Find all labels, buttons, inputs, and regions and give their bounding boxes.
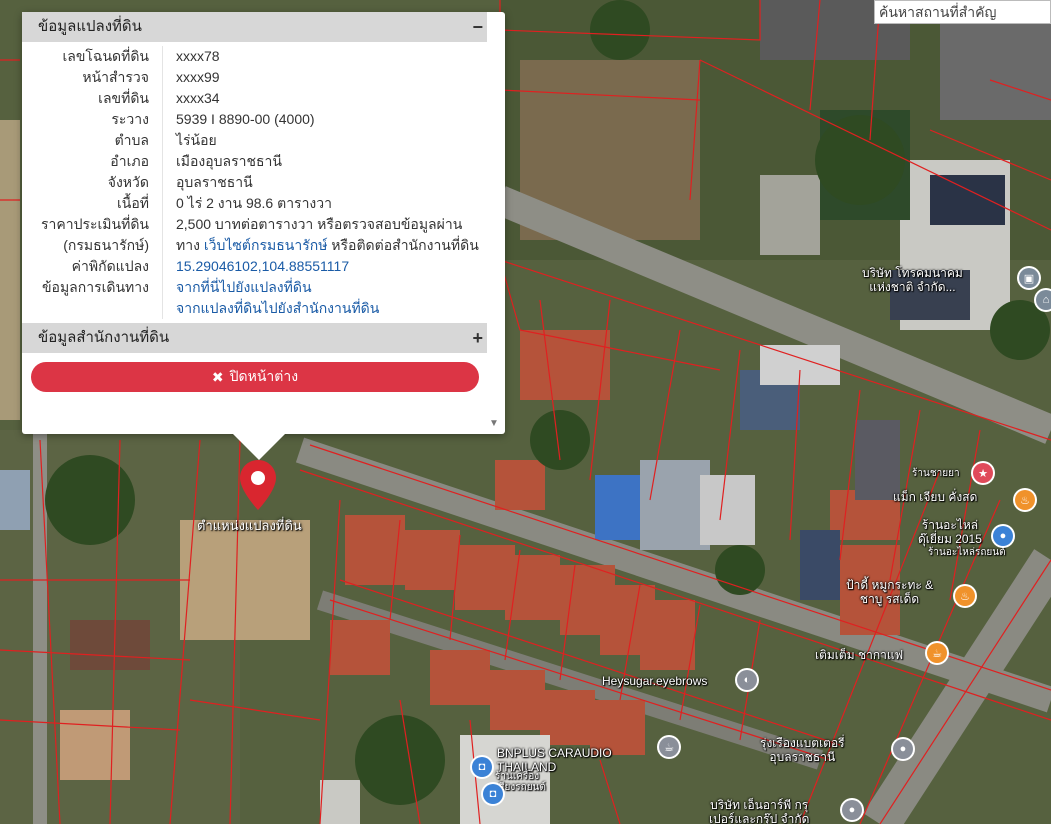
row-key: ตำบล bbox=[114, 132, 149, 148]
lock-shop-icon[interactable]: ◘ bbox=[472, 757, 492, 777]
row-key: หน้าสำรวจ bbox=[82, 69, 149, 85]
travel-row-2: จากแปลงที่ดินไปยังสำนักงานที่ดิน bbox=[22, 298, 487, 319]
price-row: ราคาประเมินที่ดิน 2,500 บาทต่อตารางวา หร… bbox=[22, 214, 487, 235]
price-text-pre: ทาง bbox=[176, 237, 204, 253]
poi-label-pa-mu[interactable]: ป้าดี้ หมูกระทะ & ชาบู รสเด็ด bbox=[846, 578, 933, 606]
row-value: อุบลราชธานี bbox=[162, 172, 487, 193]
collapse-icon[interactable]: − bbox=[472, 12, 483, 42]
price-key-2: (กรมธนารักษ์) bbox=[63, 237, 149, 253]
travel-row: ข้อมูลการเดินทาง จากที่นี่ไปยังแปลงที่ดิ… bbox=[22, 277, 487, 298]
bank-icon[interactable]: ⌂ bbox=[1036, 290, 1051, 310]
info-row: เลขโฉนดที่ดิน xxxx78 bbox=[22, 46, 487, 67]
land-office-header[interactable]: ข้อมูลสำนักงานที่ดิน + bbox=[22, 323, 487, 353]
close-icon: ✖ bbox=[211, 368, 224, 385]
directions-to-office-link[interactable]: จากแปลงที่ดินไปยังสำนักงานที่ดิน bbox=[176, 300, 379, 316]
row-value: xxxx34 bbox=[162, 88, 487, 109]
info-row: อำเภอ เมืองอุบลราชธานี bbox=[22, 151, 487, 172]
info-row: ระวาง 5939 I 8890-00 (4000) bbox=[22, 109, 487, 130]
place-icon[interactable]: ● bbox=[893, 739, 913, 759]
row-value: ไร่น้อย bbox=[162, 130, 487, 151]
land-office-title: ข้อมูลสำนักงานที่ดิน bbox=[38, 329, 170, 346]
search-input[interactable] bbox=[875, 1, 1050, 23]
info-row: ตำบล ไร่น้อย bbox=[22, 130, 487, 151]
poi-label-bnplus[interactable]: BNPLUS CARAUDIO THAILAND bbox=[497, 746, 612, 774]
poi-label-auto-parts[interactable]: ร้านอะไหล่ ดุ๊เยี่ยม 2015 bbox=[918, 518, 982, 546]
poi-label-company-bottom[interactable]: บริษัท เอ็นอาร์พี กรุ เปอร์และกรุ๊ป จำกั… bbox=[709, 798, 809, 824]
poi-label-heysugar[interactable]: Heysugar.eyebrows bbox=[602, 674, 707, 688]
close-window-button[interactable]: ✖ ปิดหน้าต่าง bbox=[31, 362, 479, 392]
row-key: ระวาง bbox=[111, 111, 149, 127]
parcel-info-title: ข้อมูลแปลงที่ดิน bbox=[38, 18, 142, 35]
coord-row: ค่าพิกัดแปลง 15.29046102,104.88551117 bbox=[22, 256, 487, 277]
shopping-icon[interactable]: ★ bbox=[973, 463, 993, 483]
restaurant-icon-2[interactable]: ♨ bbox=[955, 586, 975, 606]
treasury-website-link[interactable]: เว็บไซต์กรมธนารักษ์ bbox=[204, 237, 328, 253]
parcel-info-popup: ข้อมูลแปลงที่ดิน − เลขโฉนดที่ดิน xxxx78 … bbox=[22, 12, 505, 434]
parcel-marker-label: ตำแหน่งแปลงที่ดิน bbox=[197, 518, 302, 533]
price-row-2: (กรมธนารักษ์) ทาง เว็บไซต์กรมธนารักษ์ หร… bbox=[22, 235, 487, 256]
info-row: จังหวัด อุบลราชธานี bbox=[22, 172, 487, 193]
search-box[interactable] bbox=[874, 0, 1051, 24]
row-value: 0 ไร่ 2 งาน 98.6 ตารางวา bbox=[162, 193, 487, 214]
poi-label-telecom[interactable]: บริษัท โทรคมนาคม แห่งชาติ จำกัด... bbox=[862, 266, 963, 294]
travel-key: ข้อมูลการเดินทาง bbox=[41, 279, 149, 295]
popup-pointer bbox=[233, 434, 285, 460]
row-key: เนื้อที่ bbox=[117, 195, 149, 211]
coord-key: ค่าพิกัดแปลง bbox=[71, 258, 149, 274]
poi-label-rungrueang[interactable]: รุ่งเรืองแบตเตอรี่ อุบลราชธานี bbox=[760, 736, 845, 764]
info-row: เนื้อที่ 0 ไร่ 2 งาน 98.6 ตารางวา bbox=[22, 193, 487, 214]
coffee-shop-icon[interactable]: ☕ bbox=[659, 737, 679, 757]
info-row: เลขที่ดิน xxxx34 bbox=[22, 88, 487, 109]
price-value: 2,500 บาทต่อตารางวา หรือตรวจสอบข้อมูลผ่า… bbox=[162, 214, 487, 235]
directions-to-parcel-link[interactable]: จากที่นี่ไปยังแปลงที่ดิน bbox=[176, 279, 312, 295]
restaurant-icon[interactable]: ♨ bbox=[1015, 490, 1035, 510]
parcel-info-table: เลขโฉนดที่ดิน xxxx78 หน้าสำรวจ xxxx99 เล… bbox=[22, 46, 487, 319]
price-value-2: ทาง เว็บไซต์กรมธนารักษ์ หรือติดต่อสำนักง… bbox=[162, 235, 487, 256]
close-button-label: ปิดหน้าต่าง bbox=[229, 368, 299, 384]
row-value: 5939 I 8890-00 (4000) bbox=[162, 109, 487, 130]
row-key: เลขที่ดิน bbox=[98, 90, 149, 106]
poi-label-bnplus-sub: ร้านเครื่อง เสียงรถยนต์ bbox=[495, 771, 546, 793]
row-key: เลขโฉนดที่ดิน bbox=[62, 48, 149, 64]
beauty-icon[interactable]: ◐ bbox=[737, 670, 757, 690]
building-icon[interactable]: ▣ bbox=[1019, 268, 1039, 288]
poi-label-sayaya[interactable]: ร้านชายยา bbox=[912, 468, 960, 479]
parcel-info-header[interactable]: ข้อมูลแปลงที่ดิน − bbox=[22, 12, 487, 42]
poi-label-maek-jiap[interactable]: แม็ก เจียบ คั่งสด bbox=[893, 490, 977, 504]
poi-label-auto-parts-sub: ร้านอะไหล่รถยนต์ bbox=[928, 547, 1006, 558]
scroll-down-icon[interactable]: ▼ bbox=[489, 418, 499, 429]
shop-bag-icon[interactable]: ● bbox=[993, 526, 1013, 546]
price-key: ราคาประเมินที่ดิน bbox=[40, 216, 149, 232]
row-key: อำเภอ bbox=[110, 153, 149, 169]
row-value: xxxx99 bbox=[162, 67, 487, 88]
row-key: จังหวัด bbox=[107, 174, 149, 190]
shop-icon-2[interactable]: ◘ bbox=[483, 784, 503, 804]
coffee-icon[interactable]: ☕ bbox=[927, 643, 947, 663]
price-text-post: หรือติดต่อสำนักงานที่ดิน bbox=[327, 237, 479, 253]
expand-icon[interactable]: + bbox=[472, 323, 483, 353]
poi-label-toem-tem[interactable]: เติมเต็ม ชากาแฟ bbox=[815, 648, 903, 662]
info-row: หน้าสำรวจ xxxx99 bbox=[22, 67, 487, 88]
row-value: เมืองอุบลราชธานี bbox=[162, 151, 487, 172]
row-value: xxxx78 bbox=[162, 46, 487, 67]
company-icon[interactable]: ● bbox=[842, 800, 862, 820]
coordinates-link[interactable]: 15.29046102,104.88551117 bbox=[176, 258, 349, 274]
